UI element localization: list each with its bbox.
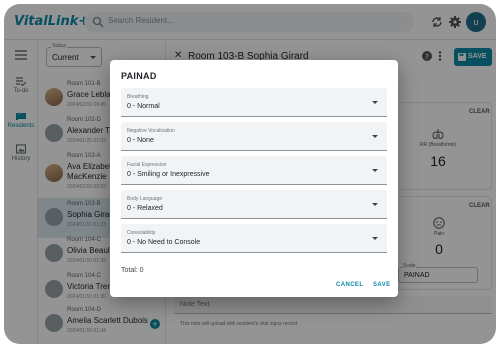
app-window: VitalLink+ Search Resident... u To-do Re… <box>4 4 496 344</box>
chevron-down-icon <box>372 237 378 240</box>
dialog-content: Breathing 0 - Normal Negative Vocalizati… <box>121 88 387 256</box>
field-value: 0 - Smiling or Inexpressive <box>127 171 210 178</box>
painad-dialog: PAINAD Breathing 0 - Normal Negative Voc… <box>110 60 398 297</box>
field-label: Negative Vocalization <box>127 128 175 134</box>
chevron-down-icon <box>372 169 378 172</box>
negative-vocalization-select[interactable]: Negative Vocalization 0 - None <box>121 122 387 151</box>
field-label: Body Language <box>127 196 163 202</box>
field-value: 0 - Relaxed <box>127 205 163 212</box>
field-value: 0 - No Need to Console <box>127 239 201 246</box>
field-value: 0 - None <box>127 137 154 144</box>
field-label: Breathing <box>127 94 149 100</box>
cancel-button[interactable]: CANCEL <box>336 282 363 288</box>
field-label: Consolability <box>127 230 156 236</box>
chevron-down-icon <box>372 203 378 206</box>
facial-expression-select[interactable]: Facial Expression 0 - Smiling or Inexpre… <box>121 156 387 185</box>
body-language-select[interactable]: Body Language 0 - Relaxed <box>121 190 387 219</box>
dialog-save-button[interactable]: SAVE <box>373 282 391 288</box>
dialog-title: PAINAD <box>121 71 157 81</box>
field-value: 0 - Normal <box>127 103 160 110</box>
chevron-down-icon <box>372 101 378 104</box>
breathing-select[interactable]: Breathing 0 - Normal <box>121 88 387 117</box>
consolability-select[interactable]: Consolability 0 - No Need to Console <box>121 224 387 253</box>
total-score: Total: 0 <box>121 267 144 274</box>
chevron-down-icon <box>372 135 378 138</box>
field-label: Facial Expression <box>127 162 167 168</box>
